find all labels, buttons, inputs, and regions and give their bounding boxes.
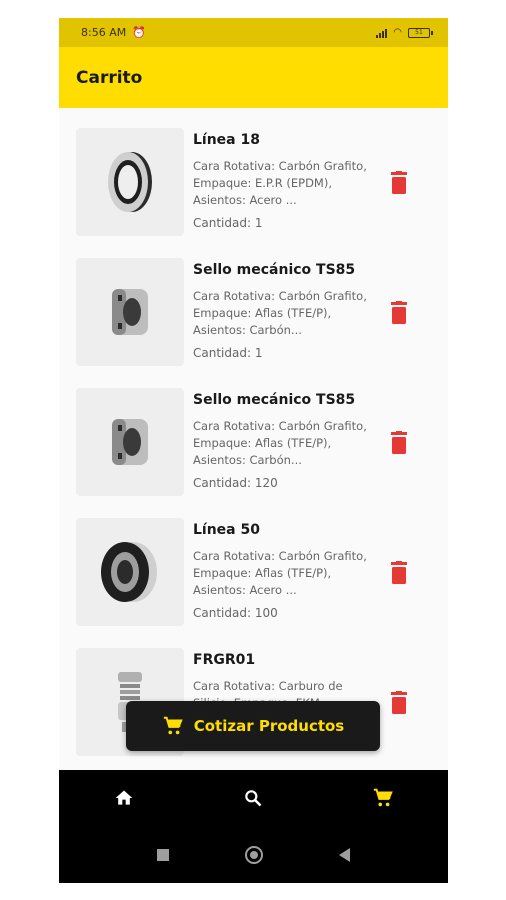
- cart-item[interactable]: Sello mecánico TS85 Cara Rotativa: Carbó…: [76, 258, 436, 368]
- delete-icon[interactable]: [386, 170, 412, 196]
- app-bar: Carrito: [59, 47, 448, 108]
- page-title: Carrito: [76, 67, 143, 88]
- status-time: 8:56 AM: [81, 26, 127, 39]
- cart-list[interactable]: Línea 18 Cara Rotativa: Carbón Grafito, …: [59, 108, 448, 770]
- back-icon[interactable]: [339, 847, 350, 862]
- item-description: Cara Rotativa: Carbón Grafito, Empaque: …: [193, 159, 367, 207]
- item-description: Cara Rotativa: Carbón Grafito, Empaque: …: [193, 419, 367, 467]
- alarm-icon: ⏰: [132, 26, 146, 39]
- item-quantity: Cantidad: 100: [193, 606, 278, 620]
- signal-icon: [376, 28, 388, 38]
- delete-icon[interactable]: [386, 690, 412, 716]
- nav-search[interactable]: [223, 770, 283, 826]
- item-quantity: Cantidad: 1: [193, 346, 263, 360]
- item-quantity: Cantidad: 120: [193, 476, 278, 490]
- system-navigation: [59, 826, 448, 883]
- product-image: [76, 258, 184, 366]
- search-icon: [245, 790, 262, 807]
- delete-icon[interactable]: [386, 300, 412, 326]
- battery-icon: 51: [408, 27, 433, 38]
- cart-icon: [373, 788, 393, 807]
- status-bar: 8:56 AM ⏰ ◠ 51: [59, 18, 448, 47]
- item-title: Línea 50: [193, 522, 260, 538]
- product-image: [76, 128, 184, 236]
- nav-home[interactable]: [94, 770, 154, 826]
- home-icon: [115, 790, 133, 805]
- home-button-icon[interactable]: [245, 845, 263, 864]
- phone-screen: 8:56 AM ⏰ ◠ 51 Carrito Línea 18 Cara Rot…: [59, 18, 448, 883]
- recents-icon[interactable]: [157, 848, 169, 861]
- quote-products-label: Cotizar Productos: [193, 717, 345, 735]
- item-description: Cara Rotativa: Carbón Grafito, Empaque: …: [193, 549, 367, 597]
- item-quantity: Cantidad: 1: [193, 216, 263, 230]
- cart-item[interactable]: Sello mecánico TS85 Cara Rotativa: Carbó…: [76, 388, 436, 498]
- product-image: [76, 388, 184, 496]
- product-image: [76, 518, 184, 626]
- delete-icon[interactable]: [386, 430, 412, 456]
- bottom-navigation: [59, 770, 448, 826]
- cart-item[interactable]: Línea 18 Cara Rotativa: Carbón Grafito, …: [76, 128, 436, 238]
- item-description: Cara Rotativa: Carbón Grafito, Empaque: …: [193, 289, 367, 337]
- item-title: FRGR01: [193, 652, 256, 668]
- cart-icon: [163, 716, 183, 735]
- quote-products-button[interactable]: Cotizar Productos: [126, 701, 380, 751]
- item-title: Sello mecánico TS85: [193, 262, 356, 278]
- delete-icon[interactable]: [386, 560, 412, 586]
- item-title: Sello mecánico TS85: [193, 392, 356, 408]
- wifi-icon: ◠: [393, 27, 402, 38]
- nav-cart[interactable]: [353, 770, 413, 826]
- battery-level: 51: [415, 28, 423, 36]
- cart-item[interactable]: Línea 50 Cara Rotativa: Carbón Grafito, …: [76, 518, 436, 628]
- item-title: Línea 18: [193, 132, 260, 148]
